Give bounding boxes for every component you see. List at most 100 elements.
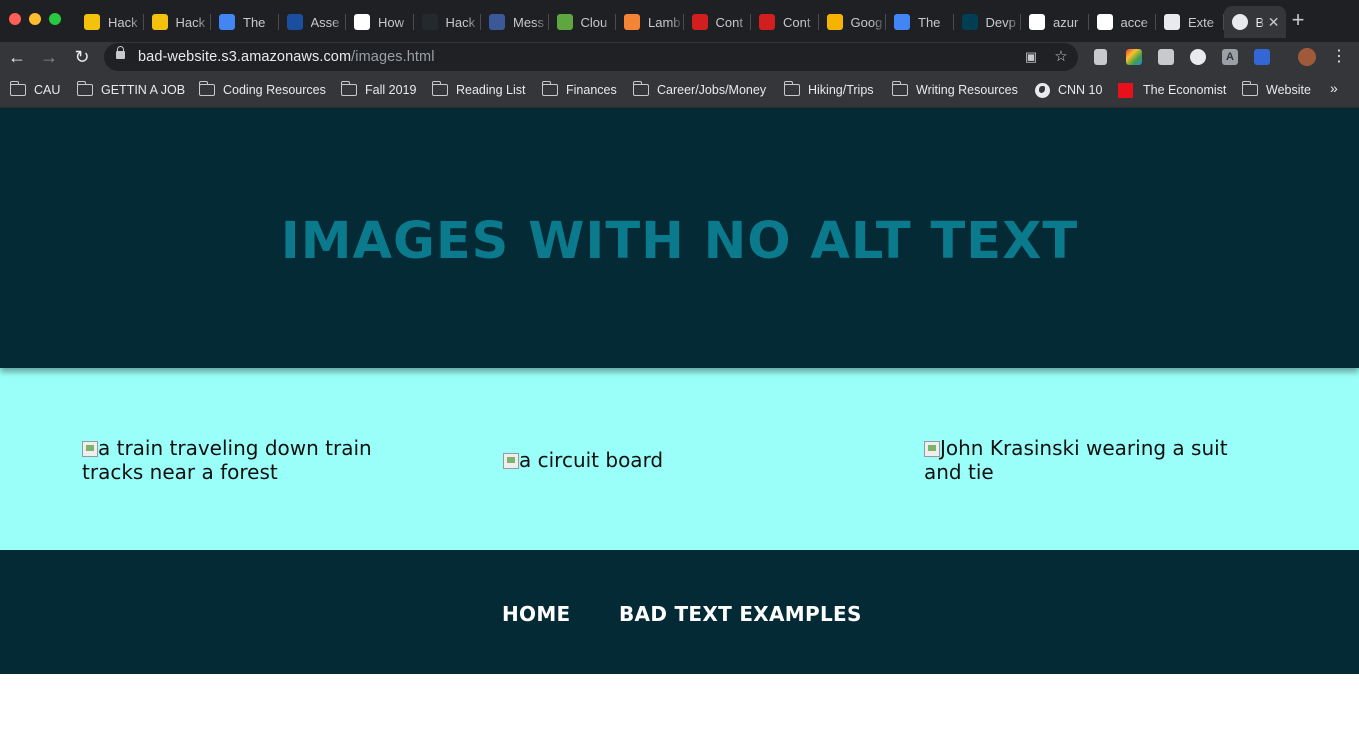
tab-4[interactable]: How xyxy=(346,6,414,38)
lambda-icon xyxy=(624,14,640,30)
tabs-list: Hack Hack The Asse How Hack Mess Clou Lamb Cont Co… xyxy=(76,6,1286,38)
tab-15[interactable]: acce xyxy=(1089,6,1157,38)
tab-label: Lamb xyxy=(648,14,681,30)
bookmark-label: Finances xyxy=(566,83,617,97)
tab-label: B xyxy=(1255,14,1264,30)
address-bar[interactable]: bad-website.s3.amazonaws.com/images.html… xyxy=(104,43,1078,71)
broken-image-icon xyxy=(82,441,98,457)
tab-9[interactable]: Cont xyxy=(684,6,752,38)
google-docs-icon xyxy=(894,14,910,30)
folder-icon xyxy=(340,81,357,96)
bookmark-coding-resources[interactable]: Coding Resources xyxy=(198,80,326,100)
bookmark-label: Fall 2019 xyxy=(365,83,417,97)
hackathon-icon xyxy=(84,14,100,30)
bookmark-career-jobs-money[interactable]: Career/Jobs/Money xyxy=(632,80,767,100)
tab-6[interactable]: Mess xyxy=(481,6,549,38)
more-bookmarks-icon[interactable]: » xyxy=(1330,80,1338,96)
nav-link-home[interactable]: HOME xyxy=(502,602,571,626)
folder-icon xyxy=(76,81,93,96)
tab-active[interactable]: B ✕ xyxy=(1223,6,1286,38)
tab-0[interactable]: Hack xyxy=(76,6,144,38)
bookmark-label: Career/Jobs/Money xyxy=(657,83,767,97)
tab-5[interactable]: Hack xyxy=(414,6,482,38)
bookmark-label: Reading List xyxy=(456,83,526,97)
google-slides-icon xyxy=(826,14,843,30)
close-icon[interactable]: ✕ xyxy=(1268,14,1280,31)
image-fallback-text: a circuit board xyxy=(519,448,664,472)
new-tab-button[interactable]: + xyxy=(1286,8,1310,32)
star-icon[interactable]: ☆ xyxy=(1052,48,1070,66)
forward-arrow-icon[interactable]: → xyxy=(38,46,60,68)
tab-14[interactable]: azur xyxy=(1021,6,1089,38)
font-extension-icon[interactable]: A xyxy=(1222,49,1238,65)
tab-2[interactable]: The xyxy=(211,6,279,38)
lock-icon xyxy=(116,46,125,59)
tab-label: The xyxy=(918,14,941,30)
window-close-button[interactable] xyxy=(9,13,21,25)
google-docs-icon xyxy=(219,14,235,30)
tab-label: Clou xyxy=(580,14,608,30)
w3schools-icon xyxy=(354,14,370,30)
page-title: IMAGES WITH NO ALT TEXT xyxy=(280,212,1079,271)
blocked-popup-icon[interactable]: ▣ xyxy=(1022,48,1040,66)
bookmark-reading-list[interactable]: Reading List xyxy=(431,80,526,100)
tab-label: Mess xyxy=(513,14,545,30)
folder-icon xyxy=(431,81,448,96)
devpost-icon xyxy=(961,14,978,30)
tab-label: Cont xyxy=(715,14,743,30)
extension-icon[interactable] xyxy=(1158,49,1174,65)
tab-13[interactable]: Devp xyxy=(954,6,1022,38)
color-picker-extension-icon[interactable] xyxy=(1126,49,1142,65)
tab-label: Hack xyxy=(175,14,206,30)
bookmark-label: GETTIN A JOB xyxy=(101,83,186,97)
tab-label: acce xyxy=(1120,14,1148,30)
tab-label: Hack xyxy=(445,14,476,30)
bookmark-hiking-trips[interactable]: Hiking/Trips xyxy=(783,80,874,100)
bookmark-label: Website xyxy=(1266,83,1311,97)
page-header: IMAGES WITH NO ALT TEXT xyxy=(0,108,1359,368)
bug-extension-icon[interactable] xyxy=(1254,49,1270,65)
menu-kebab-icon[interactable]: ⋮ xyxy=(1328,46,1350,68)
bookmark-finances[interactable]: Finances xyxy=(541,80,617,100)
folder-icon xyxy=(9,81,26,96)
reload-icon[interactable]: ↻ xyxy=(71,46,93,68)
bookmark-fall-2019[interactable]: Fall 2019 xyxy=(340,80,417,100)
bookmark-label: Hiking/Trips xyxy=(808,83,874,97)
nav-link-bad-text[interactable]: BAD TEXT EXAMPLES xyxy=(619,602,862,626)
tab-16[interactable]: Exte xyxy=(1156,6,1224,38)
tab-label: How xyxy=(378,14,405,30)
bookmark-cau[interactable]: CAU xyxy=(9,80,60,100)
tab-8[interactable]: Lamb xyxy=(616,6,684,38)
tab-12[interactable]: The xyxy=(886,6,954,38)
bookmark-cnn-10[interactable]: CNN 10 xyxy=(1035,80,1102,100)
document-extension-icon[interactable] xyxy=(1094,49,1107,65)
window-maximize-button[interactable] xyxy=(49,13,61,25)
broken-image-icon xyxy=(503,453,519,469)
tab-1[interactable]: Hack xyxy=(144,6,212,38)
image-gallery: a train traveling down train tracks near… xyxy=(0,368,1359,550)
bookmark-writing-resources[interactable]: Writing Resources xyxy=(891,80,1018,100)
tab-3[interactable]: Asse xyxy=(279,6,347,38)
window-minimize-button[interactable] xyxy=(29,13,41,25)
url-text[interactable]: bad-website.s3.amazonaws.com/images.html xyxy=(138,49,435,65)
bug-icon xyxy=(691,14,708,30)
broken-image-circuit: a circuit board xyxy=(503,448,833,472)
browser-toolbar: ← → ↻ bad-website.s3.amazonaws.com/image… xyxy=(0,42,1359,72)
image-fallback-text: John Krasinski wearing a suit and tie xyxy=(924,436,1228,484)
bookmark-label: The Economist xyxy=(1143,83,1227,97)
tab-label: The xyxy=(243,14,266,30)
tab-label: Devp xyxy=(985,14,1016,30)
record-extension-icon[interactable] xyxy=(1190,49,1206,65)
bookmark-label: CNN 10 xyxy=(1058,83,1103,97)
back-arrow-icon[interactable]: ← xyxy=(6,46,28,68)
folder-icon xyxy=(891,81,908,96)
tab-label: Hack xyxy=(108,14,138,30)
tab-11[interactable]: Goog xyxy=(819,6,887,38)
tab-10[interactable]: Cont xyxy=(751,6,819,38)
avatar[interactable] xyxy=(1298,48,1316,66)
tab-7[interactable]: Clou xyxy=(549,6,617,38)
bookmark-website[interactable]: Website xyxy=(1241,80,1311,100)
bookmark-gettin-a-job[interactable]: GETTIN A JOB xyxy=(76,80,186,100)
globe-icon xyxy=(1231,14,1248,30)
bookmark-the-economist[interactable]: The Economist xyxy=(1118,80,1226,100)
